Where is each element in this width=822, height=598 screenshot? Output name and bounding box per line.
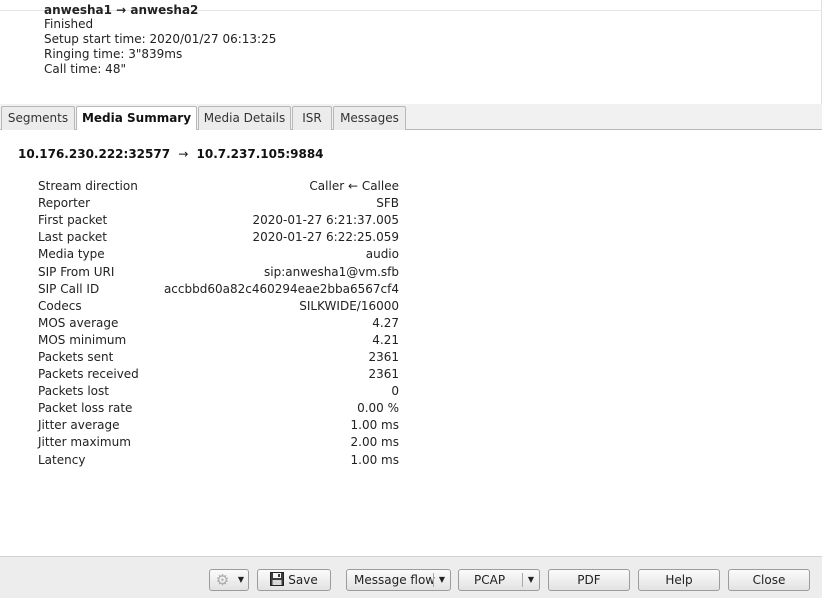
save-button[interactable]: Save [257,569,331,591]
media-summary-table: Stream direction Caller ← Callee Reporter S… [38,178,399,469]
row-value: 1.00 ms [350,452,399,467]
row-label: SIP Call ID [38,281,100,296]
table-row: Media type audio [38,246,399,263]
table-row: Packet loss rate 0.00 % [38,400,399,417]
split-divider [522,573,523,587]
tab-segments[interactable]: Segments [1,106,75,130]
row-label: Codecs [38,298,82,313]
table-row: Reporter SFB [38,195,399,212]
row-label: Reporter [38,196,91,211]
row-value: 4.21 [372,332,399,347]
table-row: SIP Call ID accbbd60a82c460294eae2bba6567… [38,281,399,298]
row-value: SILKWIDE/16000 [299,298,399,313]
message-flow-label: Message flow [354,573,436,587]
tab-media-summary[interactable]: Media Summary [76,106,197,131]
table-row: Codecs SILKWIDE/16000 [38,298,399,315]
row-label: Last packet [38,230,107,245]
media-summary-content: 10.176.230.222:32577 → 10.7.237.105:9884… [0,130,822,556]
chevron-down-icon: ▼ [237,575,245,584]
table-row: SIP From URI sip:anwesha1@vm.sfb [38,263,399,280]
row-label: Latency [38,452,86,467]
chevron-down-icon[interactable]: ▼ [435,570,449,590]
row-value: 4.27 [372,315,399,330]
table-row: Packets lost 0 [38,383,399,400]
row-label: Stream direction [38,179,138,194]
tab-isr[interactable]: ISR [292,106,332,130]
call-info: anwesha1 → anwesha2 Finished Setup start… [44,3,277,77]
close-button[interactable]: Close [728,569,810,591]
row-value: 0.00 % [357,401,399,416]
row-value: SFB [376,196,399,211]
stream-endpoints: 10.176.230.222:32577 → 10.7.237.105:9884 [18,147,324,161]
chevron-down-icon[interactable]: ▼ [524,570,538,590]
row-label: MOS minimum [38,332,127,347]
bottom-toolbar: ⚙ ▼ Save Message flow ▼ PCAP ▼ PDF Help … [0,556,822,598]
table-row: Packets sent 2361 [38,349,399,366]
help-button[interactable]: Help [638,569,720,591]
row-value: 2361 [368,349,399,364]
row-label: Packets received [38,367,139,382]
save-button-label: Save [288,573,318,587]
row-label: Packets lost [38,384,109,399]
row-value: 2020-01-27 6:21:37.005 [252,213,399,228]
pcap-button[interactable]: PCAP ▼ [458,569,540,591]
table-row: Packets received 2361 [38,366,399,383]
tab-messages[interactable]: Messages [333,106,406,130]
row-value: 2361 [368,367,399,382]
table-row: Stream direction Caller ← Callee [38,178,399,195]
call-time: Call time: 48" [44,62,126,76]
row-value: 2.00 ms [350,435,399,450]
message-flow-button[interactable]: Message flow ▼ [346,569,451,591]
pdf-button[interactable]: PDF [548,569,630,591]
row-value: sip:anwesha1@vm.sfb [264,264,399,279]
call-summary-panel: anwesha1 → anwesha2 Finished Setup start… [0,0,822,104]
table-row: MOS minimum 4.21 [38,332,399,349]
setup-start-time: Setup start time: 2020/01/27 06:13:25 [44,32,277,46]
table-row: Jitter maximum 2.00 ms [38,434,399,451]
tab-media-details[interactable]: Media Details [198,106,291,130]
row-label: Media type [38,247,105,262]
row-label: SIP From URI [38,264,115,279]
table-row: MOS average 4.27 [38,315,399,332]
row-value: 0 [391,384,399,399]
row-label: MOS average [38,315,119,330]
table-row: Last packet 2020-01-27 6:22:25.059 [38,229,399,246]
row-label: Packets sent [38,349,114,364]
row-label: First packet [38,213,108,228]
row-value: 1.00 ms [350,418,399,433]
call-status: Finished [44,17,94,31]
split-divider [433,573,434,587]
row-label: Jitter maximum [38,435,131,450]
settings-menu-button[interactable]: ⚙ ▼ [209,569,249,591]
source-address: 10.176.230.222:32577 [18,147,171,161]
row-label: Packet loss rate [38,401,133,416]
row-value: accbbd60a82c460294eae2bba6567cf4 [163,281,399,296]
row-value: 2020-01-27 6:22:25.059 [252,230,399,245]
arrow-right-icon: → [178,147,189,161]
ringing-time: Ringing time: 3"839ms [44,47,183,61]
row-value: audio [365,247,399,262]
call-title: anwesha1 → anwesha2 [44,3,199,17]
row-value: Caller ← Callee [309,179,399,194]
gear-icon: ⚙ [215,571,230,589]
table-row: First packet 2020-01-27 6:21:37.005 [38,212,399,229]
floppy-disk-icon [270,572,285,586]
table-row: Latency 1.00 ms [38,452,399,469]
pcap-label: PCAP [474,573,506,587]
row-label: Jitter average [38,418,120,433]
table-row: Jitter average 1.00 ms [38,417,399,434]
tab-bar: Segments Media Summary Media Details ISR… [0,104,822,131]
destination-address: 10.7.237.105:9884 [196,147,324,161]
